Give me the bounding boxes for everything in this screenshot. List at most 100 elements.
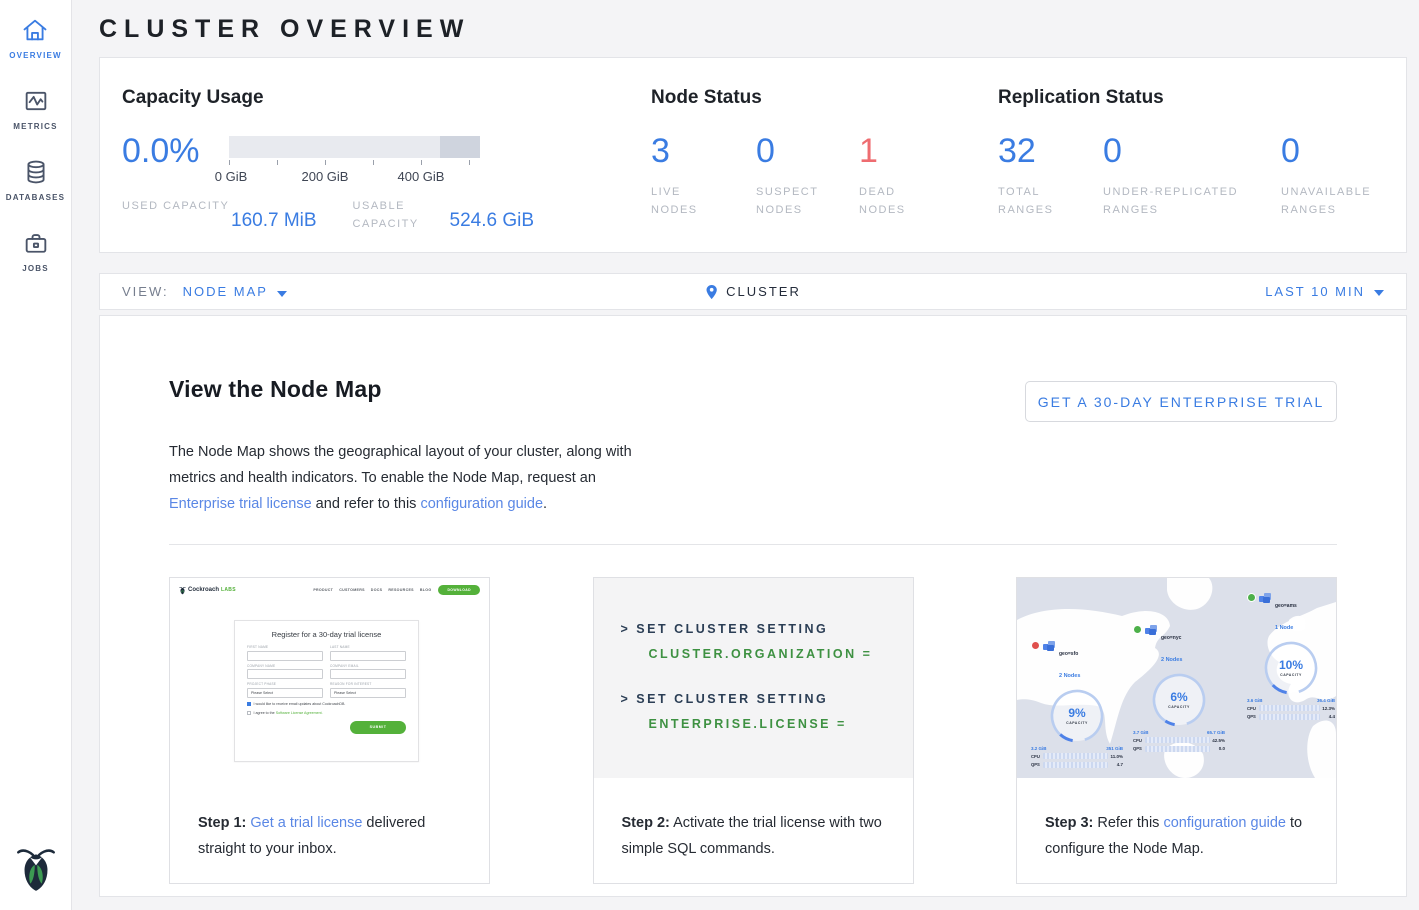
cluster-summary-panel: Capacity Usage 0.0% 0 GiB 200 GiB 400 Gi… xyxy=(99,57,1407,253)
sidebar-item-label: METRICS xyxy=(13,122,57,131)
dead-nodes-label: DEAD NODES xyxy=(859,183,929,219)
configuration-guide-link[interactable]: configuration guide xyxy=(1163,815,1286,831)
capacity-bar-chart: 0 GiB 200 GiB 400 GiB xyxy=(229,134,480,185)
map-pin-icon xyxy=(705,284,718,300)
sql-setting: ENTERPRISE.LICENSE = xyxy=(649,717,913,731)
node-map-panel: View the Node Map GET A 30-DAY ENTERPRIS… xyxy=(99,315,1407,897)
description-text: and refer to this xyxy=(312,496,421,512)
suspect-nodes-metric: 0 SUSPECT NODES xyxy=(756,134,859,219)
capacity-bar-reserved-segment xyxy=(440,136,480,158)
database-icon xyxy=(22,158,50,186)
dead-nodes-value: 1 xyxy=(859,134,929,168)
sidebar-item-jobs[interactable]: JOBS xyxy=(22,229,50,273)
node-locality-widget: geo=ams1 Node 10%CAPACITY 3.6 GiB36.4 Gi… xyxy=(1247,592,1335,720)
mini-checkbox-checked xyxy=(247,702,251,706)
node-status-dot-green xyxy=(1247,593,1256,602)
under-replicated-ranges-metric: 0 UNDER-REPLICATED RANGES xyxy=(1103,134,1281,219)
node-cubes-icon xyxy=(1043,640,1056,652)
mini-input xyxy=(247,651,323,661)
node-locality-widget: geo=sfo2 Nodes 9%CAPACITY 3.2 GiB351 GiB… xyxy=(1031,640,1123,768)
suspect-nodes-value: 0 xyxy=(756,134,859,168)
get-trial-license-link[interactable]: Get a trial license xyxy=(250,815,362,831)
main-content: CLUSTER OVERVIEW Capacity Usage 0.0% 0 G… xyxy=(72,0,1419,897)
mini-form-title: Register for a 30-day trial license xyxy=(247,630,406,639)
sidebar-item-label: JOBS xyxy=(22,264,49,273)
live-nodes-value: 3 xyxy=(651,134,756,168)
total-ranges-label: TOTAL RANGES xyxy=(998,183,1068,219)
capacity-usage-title: Capacity Usage xyxy=(122,87,651,109)
sql-commands-snippet: > SET CLUSTER SETTING CLUSTER.ORGANIZATI… xyxy=(594,578,913,778)
qps-sparkline xyxy=(1259,714,1320,720)
capacity-donut: 10%CAPACITY xyxy=(1262,639,1320,697)
sql-command: > SET CLUSTER SETTING xyxy=(621,622,913,636)
step-3-caption: Step 3: Refer this configuration guide t… xyxy=(1045,810,1316,862)
breadcrumb-cluster[interactable]: CLUSTER xyxy=(705,284,801,300)
mini-cockroach-logo: Cockroach LABS xyxy=(179,586,236,595)
sql-setting: CLUSTER.ORGANIZATION = xyxy=(649,647,913,661)
mini-submit-button: SUBMIT xyxy=(350,721,406,734)
dropdown-arrow-icon xyxy=(277,291,287,297)
page-title: CLUSTER OVERVIEW xyxy=(99,0,1407,57)
cpu-sparkline xyxy=(1259,705,1320,711)
total-ranges-value: 32 xyxy=(998,134,1103,168)
capacity-bar xyxy=(229,136,480,158)
step-2-caption: Step 2: Activate the trial license with … xyxy=(622,810,893,862)
axis-tick-label: 0 GiB xyxy=(215,169,248,184)
home-icon xyxy=(21,16,49,44)
mini-input xyxy=(330,669,406,679)
node-map-title: View the Node Map xyxy=(169,376,382,403)
view-selector[interactable]: VIEW: NODE MAP xyxy=(122,284,287,299)
time-range-dropdown[interactable]: LAST 10 MIN xyxy=(1265,284,1384,299)
step-1-caption: Step 1: Get a trial license delivered st… xyxy=(198,810,469,862)
description-text: . xyxy=(543,496,547,512)
node-status-dot-green xyxy=(1133,625,1142,634)
breadcrumb-label: CLUSTER xyxy=(726,284,801,299)
section-divider xyxy=(169,544,1337,545)
sidebar-item-metrics[interactable]: METRICS xyxy=(13,87,57,131)
sidebar-item-overview[interactable]: OVERVIEW xyxy=(9,16,62,60)
capacity-percent: 0.0% xyxy=(122,134,229,185)
node-map-description: The Node Map shows the geographical layo… xyxy=(169,439,639,517)
sidebar-item-databases[interactable]: DATABASES xyxy=(6,158,65,202)
mini-trial-form: Register for a 30-day trial license FIRS… xyxy=(234,620,419,762)
capacity-axis-ticks xyxy=(229,160,480,166)
step-3-card: geo=sfo2 Nodes 9%CAPACITY 3.2 GiB351 GiB… xyxy=(1016,577,1337,884)
dead-nodes-metric: 1 DEAD NODES xyxy=(859,134,929,219)
sidebar-item-label: OVERVIEW xyxy=(9,51,62,60)
configuration-guide-link[interactable]: configuration guide xyxy=(420,496,543,512)
sql-command: > SET CLUSTER SETTING xyxy=(621,692,913,706)
node-cubes-icon xyxy=(1145,624,1158,636)
axis-tick-label: 200 GiB xyxy=(302,169,349,184)
under-replicated-ranges-value: 0 xyxy=(1103,134,1281,168)
usable-capacity-value: 524.6 GiB xyxy=(450,197,535,233)
sidebar: OVERVIEW METRICS DATABASES JOBS xyxy=(0,0,72,910)
mini-input xyxy=(330,651,406,661)
capacity-donut: 6%CAPACITY xyxy=(1150,671,1208,729)
used-capacity-label: USED CAPACITY xyxy=(122,197,231,233)
used-capacity-value: 160.7 MiB xyxy=(231,197,317,233)
view-bar: VIEW: NODE MAP CLUSTER LAST 10 MIN xyxy=(99,273,1407,310)
mini-download-button: DOWNLOAD xyxy=(438,585,480,595)
unavailable-ranges-metric: 0 UNAVAILABLE RANGES xyxy=(1281,134,1391,219)
usable-capacity-stat: USABLE CAPACITY 524.6 GiB xyxy=(353,197,535,233)
axis-tick-label: 400 GiB xyxy=(398,169,445,184)
capacity-usage-section: Capacity Usage 0.0% 0 GiB 200 GiB 400 Gi… xyxy=(122,78,651,252)
cpu-sparkline xyxy=(1043,753,1108,759)
node-cubes-icon xyxy=(1259,592,1272,604)
description-text: The Node Map shows the geographical layo… xyxy=(169,444,632,486)
node-status-section: Node Status 3 LIVE NODES 0 SUSPECT NODES… xyxy=(651,78,998,252)
mini-nav: PRODUCTCUSTOMERSDOCSRESOURCESBLOG xyxy=(313,588,431,592)
replication-status-section: Replication Status 32 TOTAL RANGES 0 UND… xyxy=(998,78,1406,252)
view-dropdown[interactable]: NODE MAP xyxy=(183,284,287,299)
mini-input xyxy=(247,669,323,679)
qps-sparkline xyxy=(1145,746,1210,752)
mini-select: Please Select xyxy=(247,688,323,698)
enterprise-trial-button[interactable]: GET A 30-DAY ENTERPRISE TRIAL xyxy=(1025,381,1337,422)
total-ranges-metric: 32 TOTAL RANGES xyxy=(998,134,1103,219)
live-nodes-metric: 3 LIVE NODES xyxy=(651,134,756,219)
node-status-dot-red xyxy=(1031,641,1040,650)
step-1-card: Cockroach LABS PRODUCTCUSTOMERSDOCSRESOU… xyxy=(169,577,490,884)
used-capacity-stat: USED CAPACITY 160.7 MiB xyxy=(122,197,317,233)
capacity-donut: 9%CAPACITY xyxy=(1048,687,1106,745)
enterprise-trial-license-link[interactable]: Enterprise trial license xyxy=(169,496,312,512)
